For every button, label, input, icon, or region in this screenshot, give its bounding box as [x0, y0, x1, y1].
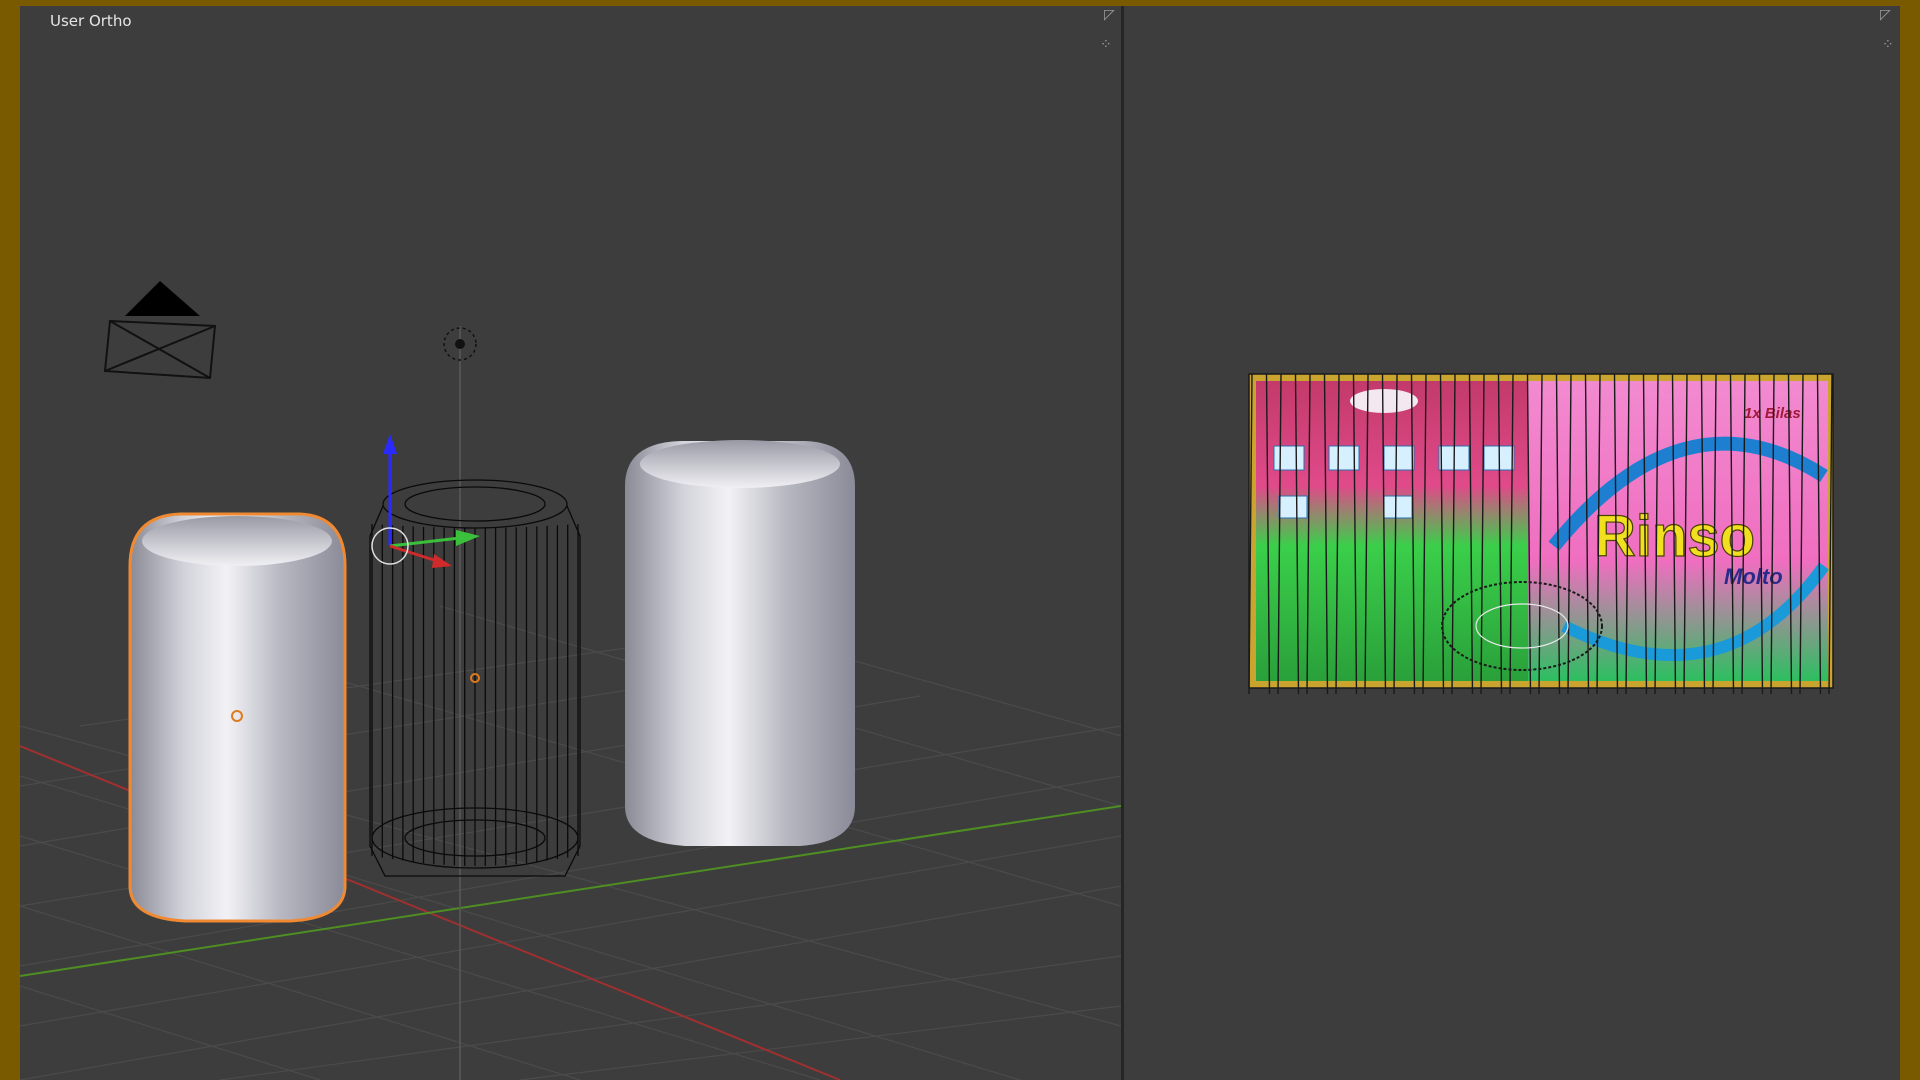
window-frame: User Ortho ◸ ⁘ Rinso Molto 1x Bilas ◸ ⁘ — [0, 0, 1920, 1080]
area-split-icon[interactable]: ◸ — [1104, 8, 1115, 22]
uv-texture-image[interactable]: Rinso Molto 1x Bilas — [1248, 373, 1834, 695]
can-solid-selected[interactable] — [128, 512, 347, 923]
area-split-icon[interactable]: ◸ — [1880, 8, 1891, 22]
blender-app: User Ortho ◸ ⁘ Rinso Molto 1x Bilas ◸ ⁘ — [20, 6, 1900, 1080]
3d-viewport-canvas[interactable] — [20, 6, 1121, 1080]
can-wireframe[interactable] — [369, 479, 581, 877]
uv-editor-canvas[interactable]: Rinso Molto 1x Bilas — [1124, 6, 1900, 1080]
can-solid[interactable] — [625, 440, 855, 846]
view-label: User Ortho — [50, 12, 132, 30]
uv-image-badge-text: 1x Bilas — [1744, 405, 1801, 422]
area-split-icon[interactable]: ⁘ — [1882, 38, 1894, 52]
camera-icon[interactable] — [103, 281, 217, 380]
uv-image-editor[interactable]: Rinso Molto 1x Bilas ◸ ⁘ — [1124, 6, 1900, 1080]
transform-manipulator-icon[interactable] — [371, 434, 480, 568]
area-split-icon[interactable]: ⁘ — [1100, 38, 1112, 52]
3d-viewport[interactable]: User Ortho ◸ ⁘ — [20, 6, 1121, 1080]
